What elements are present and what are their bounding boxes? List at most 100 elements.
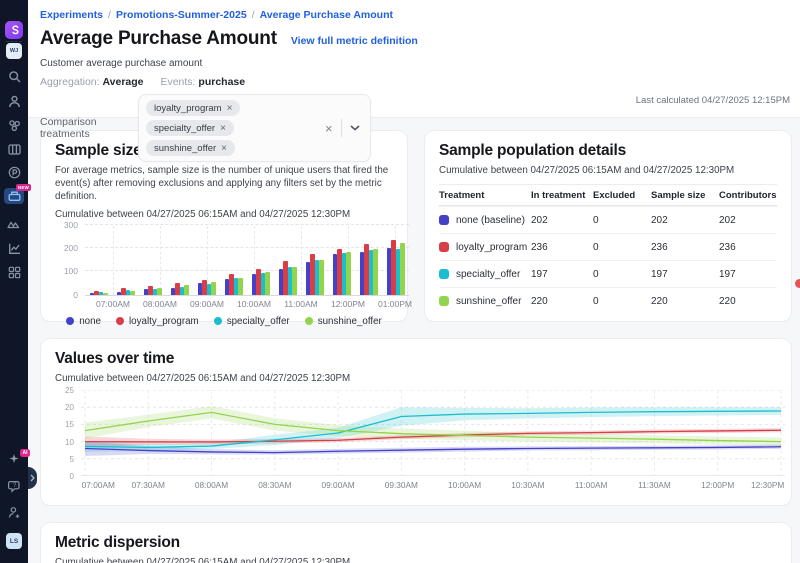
- values-card: Values over time Cumulative between 04/2…: [40, 338, 792, 506]
- events-value: purchase: [198, 76, 245, 88]
- bar: [400, 243, 405, 294]
- table-cell: 0: [593, 242, 651, 253]
- bar-xtick-label: 10:00AM: [237, 299, 271, 309]
- legend-item-specialty_offer[interactable]: specialty_offer: [214, 316, 290, 327]
- treatment-name: specialty_offer: [456, 269, 520, 280]
- treatment-cell: loyalty_program: [439, 242, 531, 253]
- autotune-icon[interactable]: [0, 217, 28, 230]
- values-ytick-label: 15: [65, 420, 74, 429]
- table-cell: 220: [651, 296, 719, 307]
- dispersion-title: Metric dispersion: [55, 534, 777, 552]
- user-avatar[interactable]: LS: [0, 533, 28, 549]
- chevron-down-icon[interactable]: [346, 125, 364, 131]
- breadcrumb-experiments[interactable]: Experiments: [40, 9, 103, 21]
- experiments-icon-selected[interactable]: NEW: [0, 188, 28, 204]
- treatment-color-swatch: [439, 296, 449, 306]
- legend-dot: [305, 317, 313, 325]
- chip-remove-icon[interactable]: ×: [220, 123, 226, 134]
- treatment-cell: none (baseline): [439, 215, 531, 226]
- users-icon[interactable]: [0, 95, 28, 108]
- treatment-chip[interactable]: loyalty_program×: [146, 100, 240, 116]
- bar: [364, 244, 369, 295]
- workspace-avatar[interactable]: WJ: [0, 43, 28, 59]
- values-xtick-label: 11:00AM: [575, 480, 608, 490]
- new-badge: NEW: [16, 184, 31, 191]
- help-icon[interactable]: ?: [0, 480, 28, 493]
- clear-all-icon[interactable]: ×: [321, 121, 337, 136]
- last-calculated: Last calculated 04/27/2025 12:15PM: [636, 95, 790, 106]
- bar: [319, 260, 324, 295]
- search-icon[interactable]: [0, 70, 28, 83]
- chip-remove-icon[interactable]: ×: [227, 103, 233, 114]
- pulse-icon[interactable]: [0, 166, 28, 179]
- table-cell: 236: [651, 242, 719, 253]
- column-header-in-treatment: In treatment: [531, 190, 593, 201]
- bar: [175, 283, 180, 295]
- bar: [148, 286, 153, 295]
- sidebar-divider: [6, 41, 22, 42]
- bar: [130, 291, 135, 295]
- dashboards-icon[interactable]: [0, 266, 28, 279]
- values-xtick-label: 11:30AM: [638, 480, 671, 490]
- table-cell: 202: [531, 215, 593, 226]
- legend-item-loyalty_program[interactable]: loyalty_program: [116, 316, 199, 327]
- bar: [391, 240, 396, 295]
- table-row: loyalty_program2360236236: [439, 233, 777, 260]
- aggregation-row: Aggregation: Average Events: purchase: [40, 76, 792, 88]
- chip-remove-icon[interactable]: ×: [221, 143, 227, 154]
- comparison-treatments-label: Comparison treatments: [40, 116, 132, 140]
- bar: [292, 267, 297, 295]
- legend-dot: [116, 317, 124, 325]
- table-cell: 236: [719, 242, 779, 253]
- ai-assistant-icon[interactable]: AI: [0, 453, 28, 465]
- metric-definition-link[interactable]: View full metric definition: [291, 35, 418, 47]
- table-cell: 0: [593, 269, 651, 280]
- bar: [373, 249, 378, 295]
- app-logo[interactable]: [0, 21, 28, 39]
- metrics-icon[interactable]: [0, 242, 28, 255]
- values-xtick-label: 09:00AM: [321, 480, 354, 490]
- page-title: Average Purchase Amount: [40, 28, 277, 50]
- legend-item-none[interactable]: none: [66, 316, 101, 327]
- invite-user-icon[interactable]: [0, 506, 28, 519]
- legend-dot: [66, 317, 74, 325]
- treatment-chip[interactable]: sunshine_offer×: [146, 140, 235, 156]
- segments-icon[interactable]: [0, 119, 28, 132]
- treatment-name: sunshine_offer: [456, 296, 521, 307]
- table-row: specialty_offer1970197197: [439, 260, 777, 287]
- page-header: Experiments/Promotions-Summer-2025/Avera…: [28, 0, 800, 118]
- bar: [256, 269, 261, 295]
- values-plot-svg: [81, 390, 785, 476]
- table-row: sunshine_offer2200220220: [439, 287, 777, 314]
- aggregation-label: Aggregation:: [40, 76, 100, 88]
- breadcrumb-metric-name[interactable]: Average Purchase Amount: [260, 9, 393, 21]
- bar: [121, 288, 126, 295]
- treatment-chip[interactable]: specialty_offer×: [146, 120, 234, 136]
- legend-item-sunshine_offer[interactable]: sunshine_offer: [305, 316, 382, 327]
- legend-label: none: [79, 316, 101, 327]
- values-range: Cumulative between 04/27/2025 06:15AM an…: [55, 373, 777, 384]
- events-label: Events:: [160, 76, 195, 88]
- bar-xtick-label: 01:00PM: [378, 299, 412, 309]
- population-table-header: TreatmentIn treatmentExcludedSample size…: [439, 184, 777, 206]
- bar: [229, 274, 234, 295]
- feature-gates-icon[interactable]: [0, 143, 28, 156]
- values-xtick-label: 07:30AM: [132, 480, 165, 490]
- bar: [238, 278, 243, 295]
- values-xtick-label: 08:30AM: [258, 480, 291, 490]
- values-ytick-label: 0: [70, 472, 74, 481]
- table-cell: 197: [531, 269, 593, 280]
- breadcrumb-experiment-name[interactable]: Promotions-Summer-2025: [116, 9, 247, 21]
- user-initials: LS: [6, 533, 22, 549]
- values-xtick-label: 12:00PM: [701, 480, 734, 490]
- treatments-multiselect[interactable]: loyalty_program× specialty_offer× sunshine…: [138, 94, 371, 162]
- app-logo-icon: [5, 21, 23, 39]
- treatment-name: loyalty_program: [456, 242, 527, 253]
- sample-size-description: For average metrics, sample size is the …: [55, 165, 393, 204]
- table-cell: 0: [593, 296, 651, 307]
- sample-size-chart: 0100200300 07:00AM08:00AM09:00AM10:00AM1…: [55, 226, 393, 332]
- content: Sample size over time For average metric…: [28, 118, 800, 563]
- population-table-body: none (baseline)2020202202loyalty_program…: [439, 206, 777, 314]
- aggregation-value: Average: [102, 76, 143, 88]
- table-cell: 197: [651, 269, 719, 280]
